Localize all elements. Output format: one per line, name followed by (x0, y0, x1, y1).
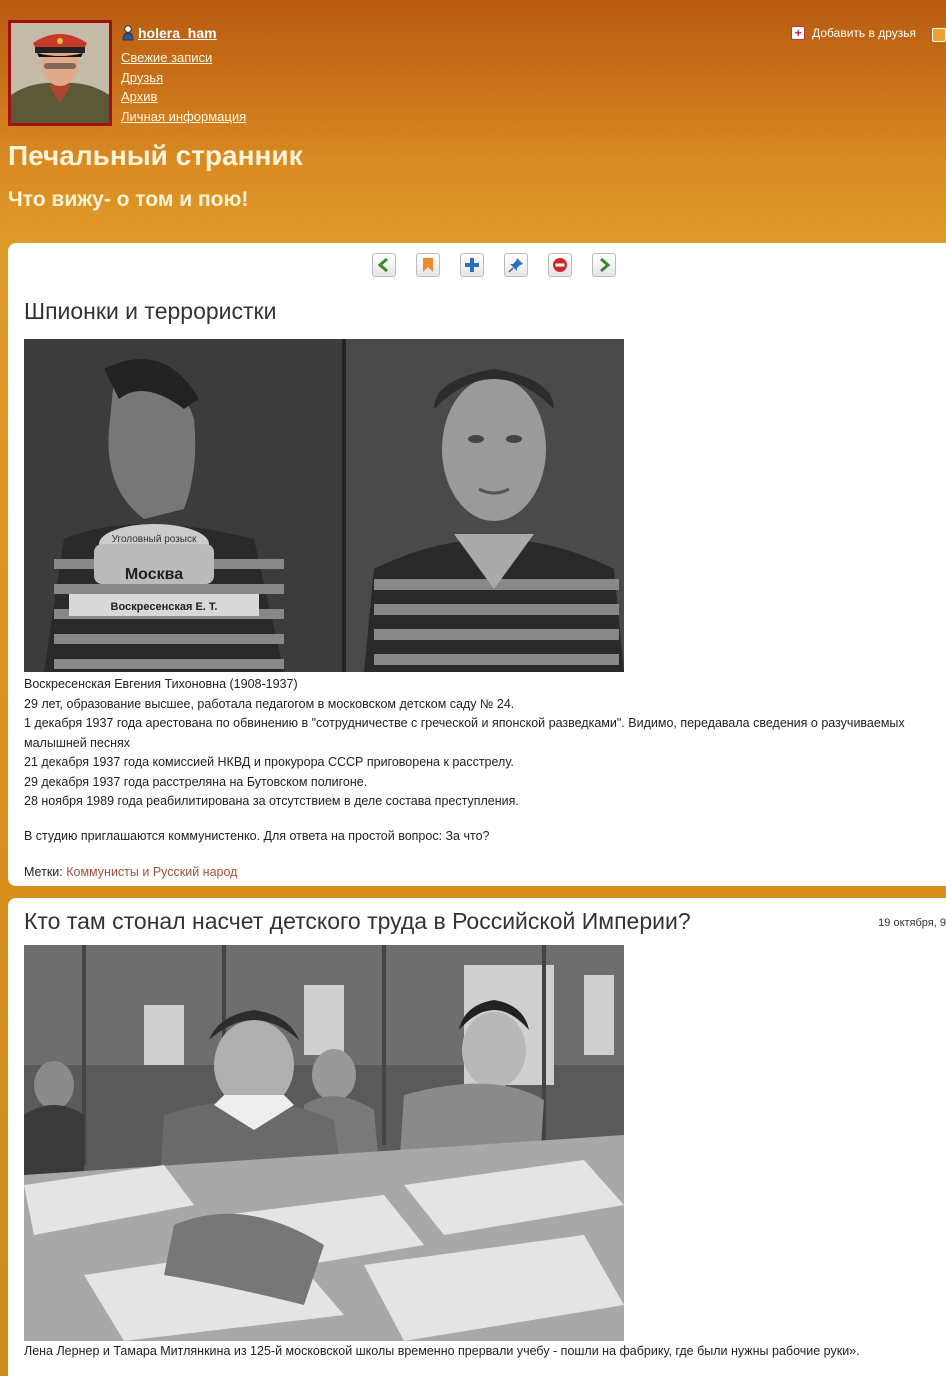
sign-label-2: Москва (125, 566, 183, 583)
post-line: 29 лет, образование высшее, работала пед… (24, 696, 515, 711)
post-title[interactable]: Кто там стонал насчет детского труда в Р… (24, 908, 691, 935)
post-body: Воскресенская Евгения Тихоновна (1908-19… (24, 675, 946, 846)
post-date: 19 октября, 9 (878, 917, 946, 929)
sign-label-1: Уголовный розыск (112, 534, 197, 545)
post-title[interactable]: Шпионки и террористки (24, 298, 276, 325)
username-link[interactable]: holera_ham (121, 25, 217, 41)
post-line: 28 ноября 1989 года реабилитирована за о… (24, 794, 519, 808)
username-text: holera_ham (138, 25, 217, 41)
journal-header: holera_ham Свежие записи Друзья Архив Ли… (0, 0, 946, 240)
tag-link[interactable]: Коммунисты и Русский народ (66, 865, 237, 879)
journal-nav: Свежие записи Друзья Архив Личная информ… (121, 50, 246, 125)
journal-subtitle: Что вижу- о том и пою! (8, 188, 249, 211)
post-entry: Кто там стонал насчет детского труда в Р… (8, 898, 946, 1376)
remove-icon[interactable] (548, 253, 572, 277)
factory-photo (24, 945, 624, 1341)
post-line: 1 декабря 1937 года арестована по обвине… (24, 716, 905, 750)
nav-profile[interactable]: Личная информация (121, 109, 246, 126)
nav-archive[interactable]: Архив (121, 89, 246, 106)
post-tags: Метки: Коммунисты и Русский народ (24, 865, 237, 879)
pin-icon[interactable] (504, 253, 528, 277)
post-entry: Шпионки и террористки Уголовный розыск М… (8, 243, 946, 886)
mugshot-photo: Уголовный розыск Москва Воскресенская Е.… (24, 339, 624, 672)
add-icon[interactable] (460, 253, 484, 277)
post-line: Воскресенская Евгения Тихоновна (1908-19… (24, 677, 298, 691)
journal-title: Печальный странник (8, 140, 303, 171)
post-line: 29 декабря 1937 года расстреляна на Буто… (24, 774, 368, 789)
add-friend-label: Добавить в друзья (812, 26, 916, 40)
tags-label: Метки: (24, 865, 63, 879)
arrow-right-icon[interactable] (592, 253, 616, 277)
avatar[interactable] (8, 20, 112, 126)
arrow-left-icon[interactable] (372, 253, 396, 277)
nav-friends[interactable]: Друзья (121, 70, 246, 87)
post-line: 21 декабря 1937 года комиссией НКВД и пр… (24, 755, 514, 769)
photo-caption: Лена Лернер и Тамара Митлянкина из 125-й… (24, 1344, 860, 1358)
rss-icon[interactable] (932, 28, 946, 42)
add-friend-icon: + (791, 26, 806, 40)
bookmark-icon[interactable] (416, 253, 440, 277)
user-icon (122, 25, 134, 41)
entry-toolbar (372, 253, 616, 277)
post-question: В студию приглашаются коммунистенко. Для… (24, 828, 490, 843)
nav-recent-entries[interactable]: Свежие записи (121, 50, 246, 67)
sign-label-3: Воскресенская Е. Т. (111, 601, 218, 613)
add-friend-button[interactable]: + Добавить в друзья (791, 26, 916, 40)
